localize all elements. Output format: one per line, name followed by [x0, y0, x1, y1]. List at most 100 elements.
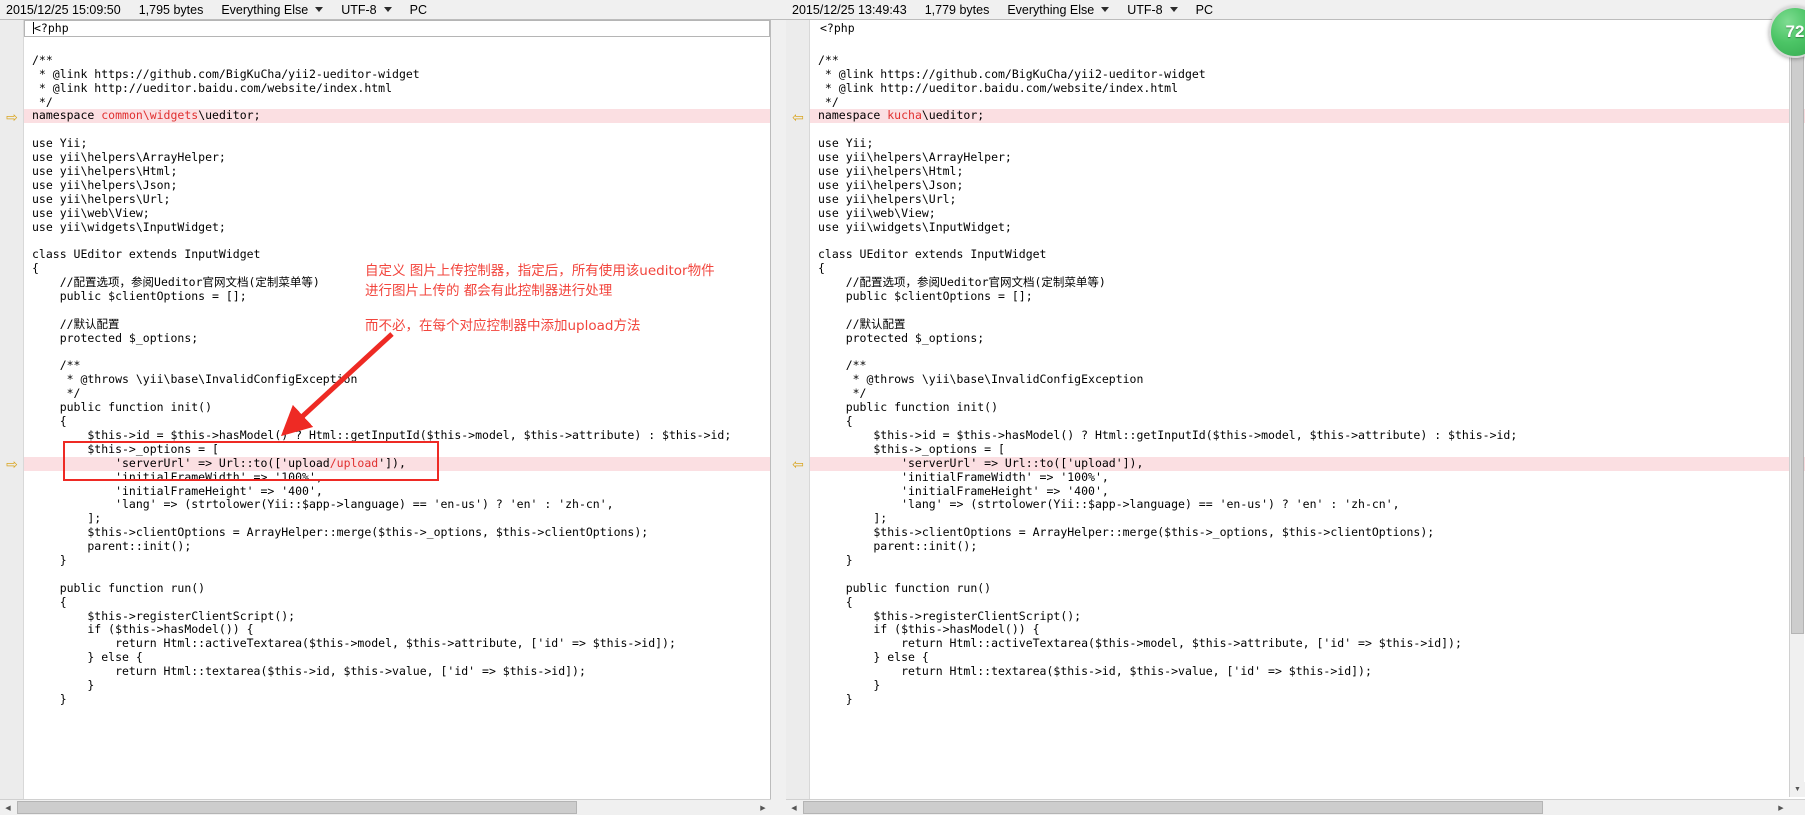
code-line: $this->registerClientScript(); — [32, 608, 296, 623]
code-line: * @link https://github.com/BigKuCha/yii2… — [818, 66, 1206, 81]
code-line: ]; — [818, 511, 888, 526]
code-line: if ($this->hasModel()) { — [818, 622, 1040, 637]
code-line: } — [32, 677, 95, 692]
code-line: return Html::activeTextarea($this->model… — [32, 636, 676, 651]
right-hscroll-thumb[interactable] — [803, 801, 1543, 814]
code-line: $this->_options = [ — [32, 441, 219, 456]
code-line: 'lang' => (strtolower(Yii::$app->languag… — [32, 497, 614, 512]
code-line: } — [818, 691, 853, 706]
code-line: $this->id = $this->hasModel() ? Html::ge… — [818, 427, 1518, 442]
code-line: protected $_options; — [818, 330, 985, 345]
code-line: parent::init(); — [818, 539, 978, 554]
left-pane-header: 2015/12/25 15:09:50 1,795 bytes Everythi… — [0, 0, 786, 20]
right-code-lines: /** * @link https://github.com/BigKuCha/… — [810, 40, 1805, 707]
right-gutter-arrow-marker[interactable]: ⇦ — [790, 110, 806, 124]
left-timestamp: 2015/12/25 15:09:50 — [6, 2, 121, 17]
left-code-surface[interactable]: /** * @link https://github.com/BigKuCha/… — [24, 20, 786, 815]
right-platform-label: PC — [1195, 2, 1213, 17]
code-line: return Html::activeTextarea($this->model… — [818, 636, 1462, 651]
code-line: parent::init(); — [32, 539, 192, 554]
code-line: use yii\helpers\Json; — [32, 177, 178, 192]
code-line: //默认配置 — [32, 316, 120, 331]
code-line: { — [32, 261, 39, 276]
left-code-lines: /** * @link https://github.com/BigKuCha/… — [24, 40, 786, 707]
left-horizontal-scrollbar[interactable]: ◀ ▶ — [0, 799, 771, 815]
code-line: class UEditor extends InputWidget — [818, 247, 1047, 262]
scroll-left-icon[interactable]: ◀ — [786, 800, 802, 815]
code-line: 'serverUrl' => Url::to(['upload/upload']… — [24, 455, 786, 471]
pane-splitter[interactable] — [770, 20, 786, 815]
left-filetype-label: Everything Else — [221, 2, 309, 17]
chevron-down-icon — [315, 7, 324, 12]
code-line: } else { — [32, 650, 143, 665]
code-line: use yii\helpers\Url; — [818, 191, 957, 206]
code-line: * @throws \yii\base\InvalidConfigExcepti… — [818, 372, 1144, 387]
code-line: class UEditor extends InputWidget — [32, 247, 261, 262]
right-vscroll-thumb[interactable] — [1791, 36, 1804, 634]
code-line: * @link http://ueditor.baidu.com/website… — [818, 80, 1179, 95]
code-line: } — [818, 552, 853, 567]
code-line: } — [32, 691, 67, 706]
scroll-left-icon[interactable]: ◀ — [0, 800, 16, 815]
code-line: namespace common\widgets\ueditor; — [24, 108, 786, 124]
diff-token: /upload — [329, 455, 379, 470]
code-line: */ — [32, 386, 81, 401]
code-line: public $clientOptions = []; — [32, 289, 247, 304]
right-code-surface[interactable]: /** * @link https://github.com/BigKuCha/… — [810, 20, 1805, 815]
diff-token: common\widgets — [101, 108, 199, 123]
code-line: { — [818, 594, 853, 609]
left-gutter[interactable] — [0, 20, 24, 815]
code-line: use yii\web\View; — [818, 205, 936, 220]
code-line: * @throws \yii\base\InvalidConfigExcepti… — [32, 372, 358, 387]
code-line: $this->clientOptions = ArrayHelper::merg… — [818, 525, 1435, 540]
code-line: use Yii; — [818, 136, 874, 151]
right-file-pane[interactable]: <?php /** * @link https://github.com/Big… — [786, 20, 1805, 815]
code-line: { — [32, 414, 67, 429]
left-filetype-dropdown[interactable]: Everything Else — [221, 2, 324, 17]
right-pane-header: 2015/12/25 13:49:43 1,779 bytes Everythi… — [786, 0, 1805, 20]
code-line: 'initialFrameHeight' => '400', — [818, 483, 1109, 498]
right-vertical-scrollbar[interactable]: ▲ ▼ — [1789, 20, 1805, 797]
left-file-size: 1,795 bytes — [138, 2, 204, 17]
code-line: $this->clientOptions = ArrayHelper::merg… — [32, 525, 649, 540]
left-file-pane[interactable]: <?php /** * @link https://github.com/Big… — [0, 20, 786, 815]
code-line: 'initialFrameWidth' => '100%', — [32, 469, 323, 484]
right-horizontal-scrollbar[interactable]: ◀ ▶ — [786, 799, 1805, 815]
code-line: if ($this->hasModel()) { — [32, 622, 254, 637]
code-line: * @link https://github.com/BigKuCha/yii2… — [32, 66, 420, 81]
scroll-down-icon[interactable]: ▼ — [1790, 782, 1805, 797]
code-line: 'initialFrameWidth' => '100%', — [818, 469, 1109, 484]
code-line: * @link http://ueditor.baidu.com/website… — [32, 80, 393, 95]
right-gutter[interactable] — [786, 20, 810, 815]
code-line: /** — [818, 358, 867, 373]
right-filetype-dropdown[interactable]: Everything Else — [1007, 3, 1110, 17]
code-line: return Html::textarea($this->id, $this->… — [32, 664, 586, 679]
code-line: { — [818, 261, 825, 276]
right-encoding-dropdown[interactable]: UTF-8 — [1127, 2, 1178, 17]
code-line: ]; — [32, 511, 102, 526]
left-gutter-arrow-marker[interactable]: ⇨ — [4, 457, 20, 471]
code-line: */ — [818, 94, 839, 109]
code-line: } — [818, 677, 881, 692]
code-line: public $clientOptions = []; — [818, 289, 1033, 304]
code-line: /** — [818, 52, 839, 67]
code-line: use yii\widgets\InputWidget; — [818, 219, 1012, 234]
code-line: $this->registerClientScript(); — [818, 608, 1082, 623]
scroll-right-icon[interactable]: ▶ — [755, 800, 771, 815]
code-line: { — [818, 414, 853, 429]
code-line: use yii\helpers\Url; — [32, 191, 171, 206]
left-encoding-dropdown[interactable]: UTF-8 — [341, 3, 392, 17]
right-gutter-arrow-marker[interactable]: ⇦ — [790, 457, 806, 471]
diff-viewer-window: 2015/12/25 15:09:50 1,795 bytes Everythi… — [0, 0, 1805, 815]
left-hscroll-thumb[interactable] — [17, 801, 577, 814]
right-encoding-label: UTF-8 — [1127, 2, 1163, 17]
code-line: $this->id = $this->hasModel() ? Html::ge… — [32, 427, 732, 442]
left-gutter-arrow-marker[interactable]: ⇨ — [4, 110, 20, 124]
scroll-right-icon[interactable]: ▶ — [1773, 800, 1789, 815]
